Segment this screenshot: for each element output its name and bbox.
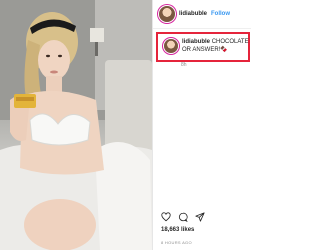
likes-count[interactable]: 18,663 likes (161, 227, 194, 233)
follow-button[interactable]: Follow (211, 11, 230, 17)
caption-avatar[interactable] (164, 39, 178, 53)
share-icon[interactable] (195, 212, 205, 222)
username-link[interactable]: lidiabuble (179, 11, 207, 17)
heart-icon[interactable] (161, 212, 171, 222)
photo-illustration (0, 0, 152, 250)
post-photo[interactable] (0, 0, 152, 250)
caption: lidiabuble CHOCOLATE OR ANSWER!🍫 (182, 39, 250, 54)
highlighted-caption: lidiabuble CHOCOLATE OR ANSWER!🍫 (156, 32, 250, 62)
caption-username[interactable]: lidiabuble (182, 39, 210, 45)
avatar[interactable] (159, 6, 175, 22)
post-header: lidiabuble Follow (159, 6, 230, 22)
comment-icon[interactable] (178, 212, 188, 222)
caption-timestamp: 8h (181, 62, 187, 68)
post-timestamp: 8 HOURS AGO (161, 240, 192, 245)
post-sidebar: lidiabuble Follow lidiabuble CHOCOLATE O… (152, 0, 251, 250)
header-divider (153, 28, 251, 29)
action-bar (161, 212, 205, 222)
